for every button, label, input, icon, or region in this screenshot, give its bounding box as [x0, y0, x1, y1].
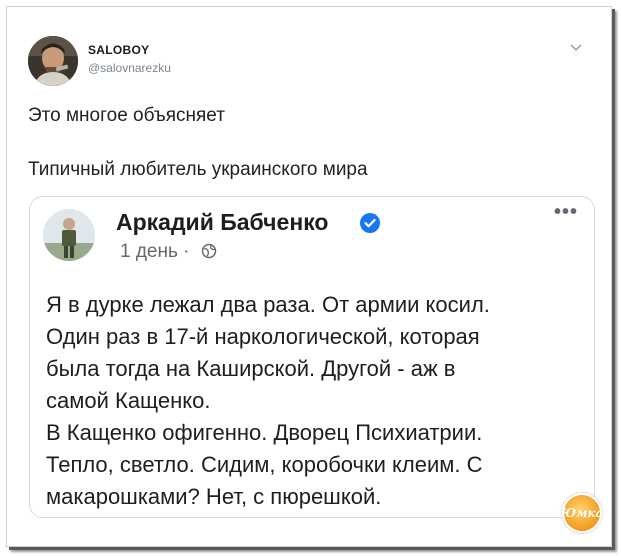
quoted-avatar-photo	[43, 209, 95, 261]
quoted-post-body: Я в дурке лежал два раза. От армии косил…	[46, 289, 586, 513]
post-body-line: В Кащенко офигенно. Дворец Психиатрии.	[46, 420, 483, 445]
post-time[interactable]: 1 день ·	[120, 241, 190, 262]
tweet-text-line: Типичный любитель украинского мира	[28, 159, 368, 180]
quoted-author-avatar[interactable]	[43, 209, 95, 261]
post-body-line: Один раз в 17-й наркологической, которая	[46, 324, 480, 349]
quoted-post-card[interactable]: Аркадий Бабченко 1 день · ••• Я в дурке …	[29, 196, 595, 518]
avatar-photo	[28, 36, 78, 86]
post-body-line: самой Кащенко.	[46, 388, 211, 413]
author-name[interactable]: SALOBOY	[88, 43, 149, 57]
post-body-line: была тогда на Каширской. Другой - аж в	[46, 356, 456, 381]
post-meta: 1 день ·	[120, 241, 217, 263]
verified-badge-icon	[360, 213, 380, 233]
tweet-text: Это многое объясняет Типичный любитель у…	[28, 104, 568, 182]
watermark-logo: Юмка	[561, 493, 603, 533]
more-options-button[interactable]: •••	[554, 201, 578, 224]
post-body-line: Тепло, светло. Сидим, коробочки клеим. С	[46, 452, 483, 477]
tweet-header: SALOBOY @salovnarezku	[28, 36, 588, 88]
globe-icon	[201, 243, 217, 259]
author-handle[interactable]: @salovnarezku	[88, 61, 171, 75]
post-body-line: Я в дурке лежал два раза. От армии косил…	[46, 292, 490, 317]
post-body-line: макарошками? Нет, с пюрешкой.	[46, 484, 382, 509]
tweet-text-line: Это многое объясняет	[28, 105, 225, 126]
chevron-down-icon[interactable]	[570, 42, 582, 52]
avatar[interactable]	[28, 36, 78, 86]
quoted-author-name[interactable]: Аркадий Бабченко	[116, 209, 328, 236]
